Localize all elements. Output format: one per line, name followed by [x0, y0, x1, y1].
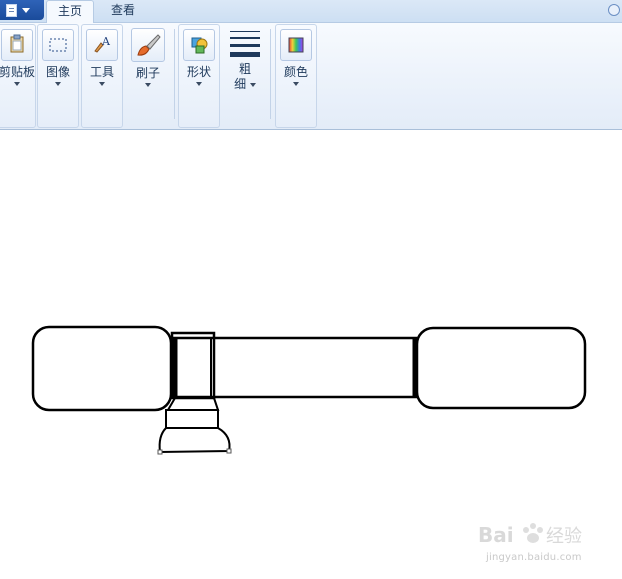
resize-handle[interactable] — [226, 448, 232, 454]
ribbon-separator — [270, 29, 271, 119]
colors-group: 颜色 — [275, 24, 317, 128]
chevron-down-icon — [249, 82, 256, 87]
shapes-button[interactable]: 形状 — [182, 29, 216, 86]
chevron-down-icon — [22, 8, 30, 13]
svg-text:Bai: Bai — [478, 523, 514, 547]
tools-icon: A — [86, 29, 118, 61]
image-button[interactable]: 图像 — [41, 29, 75, 86]
clipboard-button[interactable]: 剪贴板 — [0, 29, 35, 86]
base-shape — [158, 427, 231, 454]
brush-label: 刷子 — [135, 66, 160, 80]
chevron-down-icon — [196, 82, 202, 86]
select-icon — [42, 29, 74, 61]
stem-top — [166, 397, 220, 411]
chevron-down-icon — [14, 82, 20, 86]
clipboard-group: 剪贴板 — [0, 24, 36, 128]
stem-block — [165, 409, 219, 429]
tab-home[interactable]: 主页 — [46, 0, 94, 23]
shapes-icon — [183, 29, 215, 61]
tab-view[interactable]: 查看 — [98, 0, 148, 22]
size-label-line2-text: 细 — [234, 77, 247, 91]
colors-button[interactable]: 颜色 — [279, 29, 313, 86]
ribbon-tab-bar: 主页 查看 — [0, 0, 622, 23]
colors-icon — [280, 29, 312, 61]
collar-frame — [170, 331, 216, 400]
size-button[interactable]: 粗 细 — [224, 28, 266, 91]
colors-label: 颜色 — [283, 65, 308, 79]
tools-group: A 工具 — [81, 24, 123, 128]
canvas-drawing — [31, 325, 587, 455]
document-icon — [6, 4, 17, 17]
line-width-icon — [228, 28, 262, 58]
right-rounded-block — [415, 326, 587, 410]
shapes-label: 形状 — [186, 65, 211, 79]
drawing-canvas[interactable] — [0, 130, 622, 579]
size-label-line2: 细 — [224, 77, 266, 91]
clipboard-label: 剪贴板 — [0, 65, 36, 79]
left-rounded-block — [31, 325, 173, 412]
watermark-url: jingyan.baidu.com — [486, 552, 582, 563]
svg-text:A: A — [101, 35, 111, 48]
brush-icon — [131, 28, 165, 62]
paint-menu-button[interactable] — [0, 0, 44, 20]
chevron-down-icon — [293, 82, 299, 86]
brush-button[interactable]: 刷子 — [128, 28, 168, 87]
image-group: 图像 — [37, 24, 79, 128]
clipboard-icon — [1, 29, 33, 61]
ribbon: 剪贴板 图像 A 工具 刷子 形状 粗 细 颜色 — [0, 23, 622, 130]
chevron-down-icon — [55, 82, 61, 86]
chevron-down-icon — [99, 82, 105, 86]
resize-handle[interactable] — [157, 449, 163, 455]
ribbon-separator — [174, 29, 175, 119]
tools-button[interactable]: A 工具 — [85, 29, 119, 86]
tools-label: 工具 — [89, 65, 114, 79]
help-icon[interactable] — [608, 4, 620, 16]
image-label: 图像 — [45, 65, 70, 79]
shapes-group: 形状 — [178, 24, 220, 128]
chevron-down-icon — [145, 83, 151, 87]
svg-text:经验: 经验 — [546, 526, 582, 547]
size-label-line1: 粗 — [238, 62, 251, 76]
